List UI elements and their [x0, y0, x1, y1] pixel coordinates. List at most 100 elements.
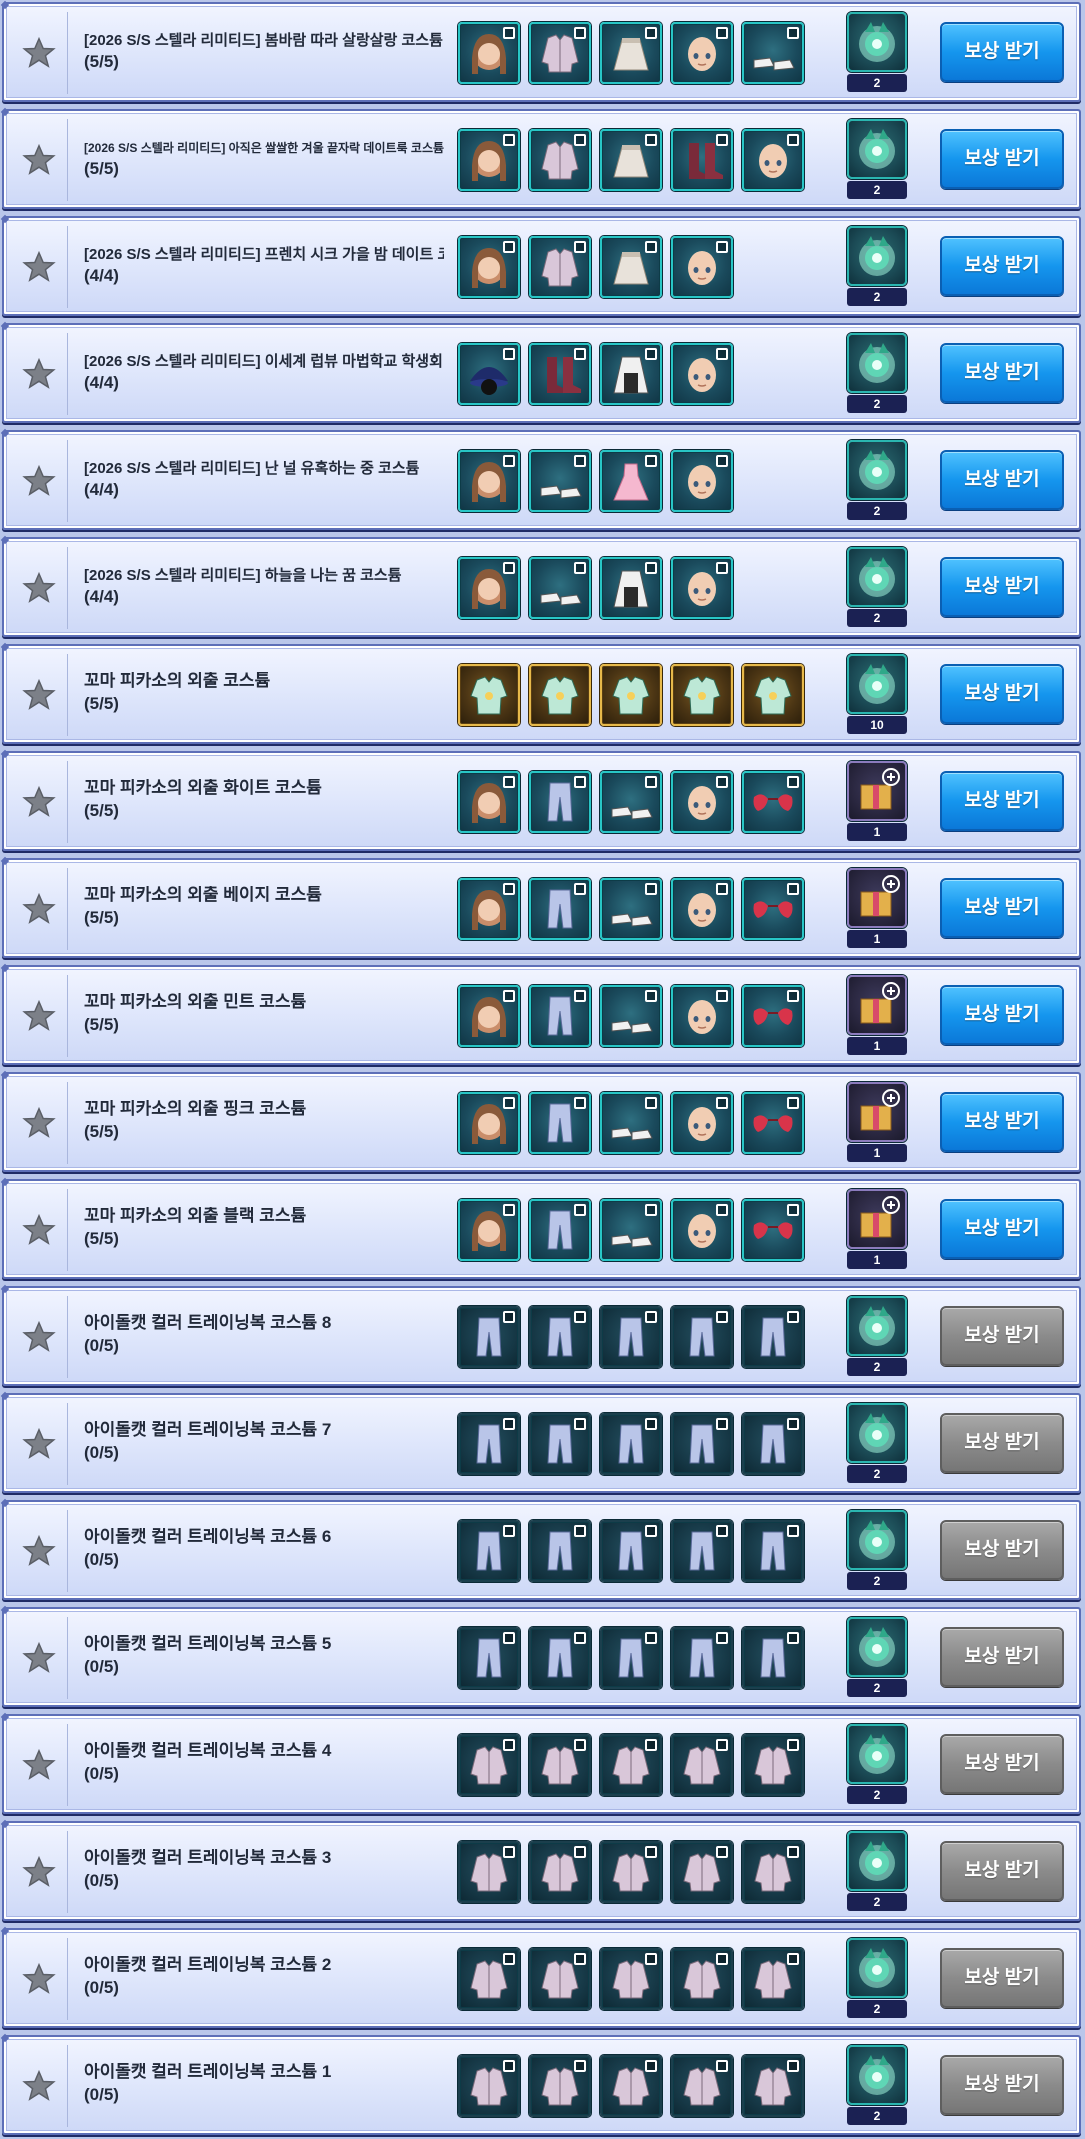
pet-crystal-icon[interactable]: [847, 1938, 907, 1998]
shoes-icon[interactable]: [600, 1199, 662, 1261]
claim-reward-button[interactable]: 보상 받기: [940, 1520, 1064, 1580]
outfit-icon[interactable]: [600, 343, 662, 405]
jacket-icon[interactable]: [529, 129, 591, 191]
boots-icon[interactable]: [671, 129, 733, 191]
hair-icon[interactable]: [458, 1199, 520, 1261]
shoes-icon[interactable]: [600, 985, 662, 1047]
face-icon[interactable]: [671, 771, 733, 833]
claim-reward-button[interactable]: 보상 받기: [940, 129, 1064, 189]
jacket-icon[interactable]: [600, 1841, 662, 1903]
pants-icon[interactable]: [529, 1092, 591, 1154]
favorite-star-icon[interactable]: [20, 569, 58, 607]
favorite-star-icon[interactable]: [20, 890, 58, 928]
hair-icon[interactable]: [458, 129, 520, 191]
jacket-icon[interactable]: [671, 1948, 733, 2010]
jacket-icon[interactable]: [671, 1841, 733, 1903]
gift-box-icon[interactable]: [847, 761, 907, 821]
face-icon[interactable]: [671, 236, 733, 298]
outfit-icon[interactable]: [600, 557, 662, 619]
jacket-icon[interactable]: [742, 1734, 804, 1796]
pants-icon[interactable]: [529, 771, 591, 833]
claim-reward-button[interactable]: 보상 받기: [940, 22, 1064, 82]
pet-crystal-icon[interactable]: [847, 440, 907, 500]
pet-crystal-icon[interactable]: [847, 1403, 907, 1463]
favorite-star-icon[interactable]: [20, 462, 58, 500]
claim-reward-button[interactable]: 보상 받기: [940, 878, 1064, 938]
hair-icon[interactable]: [458, 557, 520, 619]
pants-icon[interactable]: [529, 1199, 591, 1261]
favorite-star-icon[interactable]: [20, 248, 58, 286]
hair-icon[interactable]: [458, 1092, 520, 1154]
pet-crystal-icon[interactable]: [847, 333, 907, 393]
boots-icon[interactable]: [529, 343, 591, 405]
pants-icon[interactable]: [458, 1413, 520, 1475]
pet-crystal-icon[interactable]: [847, 547, 907, 607]
skirt-icon[interactable]: [600, 129, 662, 191]
hair-icon[interactable]: [458, 22, 520, 84]
jacket-icon[interactable]: [742, 2055, 804, 2117]
jacket-icon[interactable]: [600, 2055, 662, 2117]
jacket-icon[interactable]: [529, 236, 591, 298]
shoes-icon[interactable]: [529, 450, 591, 512]
jacket-icon[interactable]: [600, 1948, 662, 2010]
claim-reward-button[interactable]: 보상 받기: [940, 2055, 1064, 2115]
favorite-star-icon[interactable]: [20, 1425, 58, 1463]
hair-icon[interactable]: [458, 878, 520, 940]
claim-reward-button[interactable]: 보상 받기: [940, 1306, 1064, 1366]
favorite-star-icon[interactable]: [20, 1104, 58, 1142]
pants-icon[interactable]: [529, 1520, 591, 1582]
shoes-icon[interactable]: [742, 22, 804, 84]
pants-icon[interactable]: [529, 1306, 591, 1368]
favorite-star-icon[interactable]: [20, 141, 58, 179]
shoes-icon[interactable]: [600, 771, 662, 833]
pet-crystal-icon[interactable]: [847, 1724, 907, 1784]
jacket-icon[interactable]: [458, 2055, 520, 2117]
face-icon[interactable]: [671, 878, 733, 940]
jacket-icon[interactable]: [458, 1734, 520, 1796]
gift-box-icon[interactable]: [847, 868, 907, 928]
favorite-star-icon[interactable]: [20, 1211, 58, 1249]
hat-icon[interactable]: [458, 343, 520, 405]
jacket-icon[interactable]: [529, 1948, 591, 2010]
favorite-star-icon[interactable]: [20, 1960, 58, 1998]
claim-reward-button[interactable]: 보상 받기: [940, 343, 1064, 403]
shirt-icon[interactable]: [742, 664, 804, 726]
pet-crystal-icon[interactable]: [847, 654, 907, 714]
hair-icon[interactable]: [458, 450, 520, 512]
pants-icon[interactable]: [458, 1306, 520, 1368]
face-icon[interactable]: [671, 343, 733, 405]
favorite-star-icon[interactable]: [20, 34, 58, 72]
shirt-icon[interactable]: [458, 664, 520, 726]
pet-crystal-icon[interactable]: [847, 2045, 907, 2105]
pants-icon[interactable]: [600, 1306, 662, 1368]
pet-crystal-icon[interactable]: [847, 1510, 907, 1570]
jacket-icon[interactable]: [742, 1841, 804, 1903]
face-icon[interactable]: [742, 129, 804, 191]
jacket-icon[interactable]: [671, 2055, 733, 2117]
pants-icon[interactable]: [600, 1520, 662, 1582]
hair-icon[interactable]: [458, 771, 520, 833]
claim-reward-button[interactable]: 보상 받기: [940, 450, 1064, 510]
pants-icon[interactable]: [600, 1627, 662, 1689]
pants-icon[interactable]: [742, 1306, 804, 1368]
favorite-star-icon[interactable]: [20, 1639, 58, 1677]
jacket-icon[interactable]: [529, 1734, 591, 1796]
jacket-icon[interactable]: [529, 1841, 591, 1903]
claim-reward-button[interactable]: 보상 받기: [940, 1841, 1064, 1901]
shoes-icon[interactable]: [600, 878, 662, 940]
jacket-icon[interactable]: [529, 2055, 591, 2117]
claim-reward-button[interactable]: 보상 받기: [940, 1092, 1064, 1152]
glasses-icon[interactable]: [742, 985, 804, 1047]
favorite-star-icon[interactable]: [20, 1532, 58, 1570]
shoes-icon[interactable]: [529, 557, 591, 619]
pants-icon[interactable]: [529, 878, 591, 940]
pants-icon[interactable]: [529, 1627, 591, 1689]
hair-icon[interactable]: [458, 985, 520, 1047]
favorite-star-icon[interactable]: [20, 783, 58, 821]
pants-icon[interactable]: [742, 1413, 804, 1475]
gift-box-icon[interactable]: [847, 1082, 907, 1142]
pants-icon[interactable]: [671, 1627, 733, 1689]
jacket-icon[interactable]: [458, 1841, 520, 1903]
skirt-icon[interactable]: [600, 236, 662, 298]
shoes-icon[interactable]: [600, 1092, 662, 1154]
